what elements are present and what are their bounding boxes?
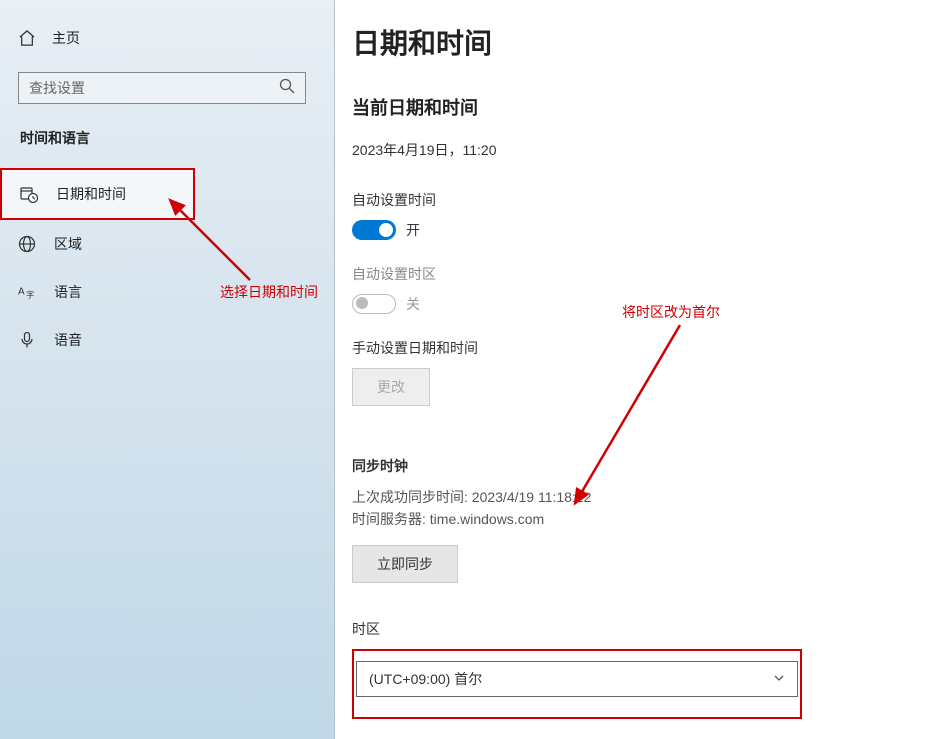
microphone-icon xyxy=(18,331,36,349)
main-panel: 日期和时间 当前日期和时间 2023年4月19日，11:20 自动设置时间 开 … xyxy=(334,0,944,739)
home-label: 主页 xyxy=(52,28,80,48)
sidebar-item-datetime[interactable]: 日期和时间 xyxy=(0,168,195,220)
sidebar-item-label: 区域 xyxy=(54,234,82,254)
auto-tz-toggle[interactable] xyxy=(352,294,396,314)
auto-time-state: 开 xyxy=(406,220,420,240)
globe-icon xyxy=(18,235,36,253)
sidebar-item-speech[interactable]: 语音 xyxy=(0,316,310,364)
auto-time-label: 自动设置时间 xyxy=(352,190,926,210)
auto-tz-state: 关 xyxy=(406,294,420,314)
search-icon xyxy=(279,78,295,99)
nav-list: 日期和时间 区域 A 字 语言 xyxy=(0,168,334,364)
home-link[interactable]: 主页 xyxy=(18,28,334,48)
calendar-clock-icon xyxy=(20,185,38,203)
page-title: 日期和时间 xyxy=(352,22,926,62)
annotation-change-tz: 将时区改为首尔 xyxy=(622,302,720,322)
timezone-value: (UTC+09:00) 首尔 xyxy=(369,669,482,689)
search-box[interactable] xyxy=(18,72,306,104)
auto-tz-label: 自动设置时区 xyxy=(352,264,926,284)
manual-datetime-label: 手动设置日期和时间 xyxy=(352,338,926,358)
annotation-select-datetime: 选择日期和时间 xyxy=(220,282,318,302)
timezone-label: 时区 xyxy=(352,619,926,639)
sidebar-item-label: 语音 xyxy=(54,330,82,350)
sidebar-item-region[interactable]: 区域 xyxy=(0,220,310,268)
divider xyxy=(334,0,335,739)
category-label: 时间和语言 xyxy=(18,128,334,148)
auto-time-toggle[interactable] xyxy=(352,220,396,240)
timezone-dropdown[interactable]: (UTC+09:00) 首尔 xyxy=(356,661,798,697)
sync-heading: 同步时钟 xyxy=(352,456,926,476)
sync-now-button[interactable]: 立即同步 xyxy=(352,545,458,583)
svg-text:A: A xyxy=(18,287,25,298)
change-button: 更改 xyxy=(352,368,430,406)
current-datetime-value: 2023年4月19日，11:20 xyxy=(352,140,926,160)
svg-text:字: 字 xyxy=(26,289,34,299)
chevron-down-icon xyxy=(773,671,785,687)
sync-last: 上次成功同步时间: 2023/4/19 11:18:22 xyxy=(352,486,926,508)
sidebar-item-label: 语言 xyxy=(54,282,82,302)
timezone-highlight-box: (UTC+09:00) 首尔 xyxy=(352,649,802,719)
sidebar-item-label: 日期和时间 xyxy=(56,184,126,204)
current-datetime-heading: 当前日期和时间 xyxy=(352,94,926,120)
sync-info: 上次成功同步时间: 2023/4/19 11:18:22 时间服务器: time… xyxy=(352,486,926,531)
search-input[interactable] xyxy=(29,80,279,96)
sync-server: 时间服务器: time.windows.com xyxy=(352,508,926,530)
home-icon xyxy=(18,29,36,47)
language-icon: A 字 xyxy=(18,283,36,301)
